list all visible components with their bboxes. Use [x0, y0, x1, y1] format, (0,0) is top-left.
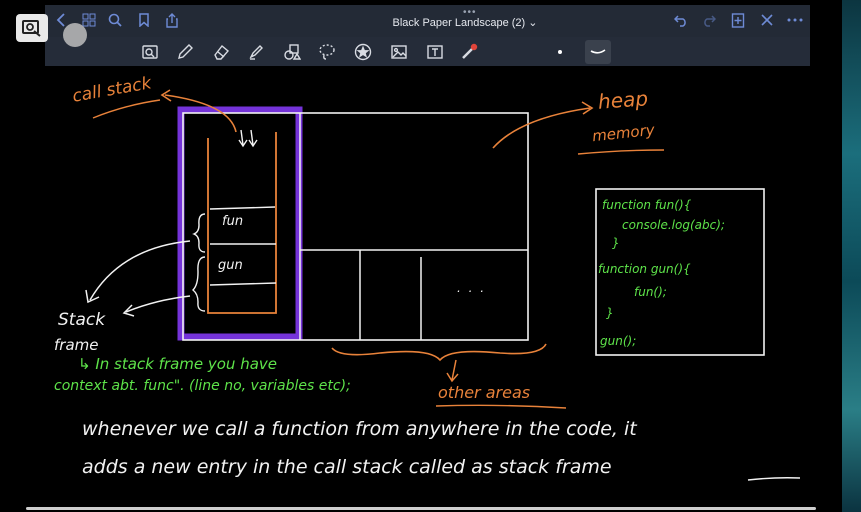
frame-line-bottom — [209, 282, 277, 286]
heap-underline — [577, 149, 665, 155]
heap-arrow — [492, 107, 591, 149]
other-areas-underline — [435, 404, 567, 409]
frame-gun-label: gun — [218, 258, 243, 273]
code-line-5: fun(); — [634, 285, 667, 299]
stack-frame-label-2: frame — [54, 336, 99, 354]
sentence-line-1: whenever we call a function from anywher… — [82, 418, 637, 440]
other-areas-brace — [331, 343, 547, 362]
code-line-7: gun(); — [600, 334, 637, 348]
code-line-6: } — [606, 306, 614, 320]
code-line-4: function gun(){ — [598, 262, 691, 276]
more-areas-ellipsis: . . . — [457, 281, 487, 295]
other-areas-label: other areas — [438, 383, 531, 402]
frame-fun-label: fun — [222, 214, 244, 229]
stack-frame-label-1: Stack — [58, 310, 106, 330]
down-arrow-1 — [238, 129, 248, 148]
note-line-2: context abt. func". (line no, variables … — [54, 378, 351, 394]
brace-fun — [192, 213, 206, 253]
down-arrow-2 — [248, 129, 258, 148]
call-stack-underline — [92, 99, 161, 119]
stack-frame-underline — [747, 477, 801, 481]
code-line-3: } — [612, 236, 620, 250]
code-line-2: console.log(abc); — [622, 218, 725, 232]
other-areas-arrow — [446, 359, 459, 383]
stack-frame-arrow-1 — [89, 240, 191, 301]
sentence-line-2: adds a new entry in the call stack calle… — [82, 456, 612, 478]
horizontal-scrollbar[interactable] — [26, 507, 816, 510]
note-line-1: ↳ In stack frame you have — [78, 355, 278, 373]
brace-gun — [191, 256, 206, 312]
frame-line-top — [209, 206, 276, 210]
code-line-1: function fun(){ — [602, 198, 692, 212]
heap-label: heap — [597, 86, 649, 114]
